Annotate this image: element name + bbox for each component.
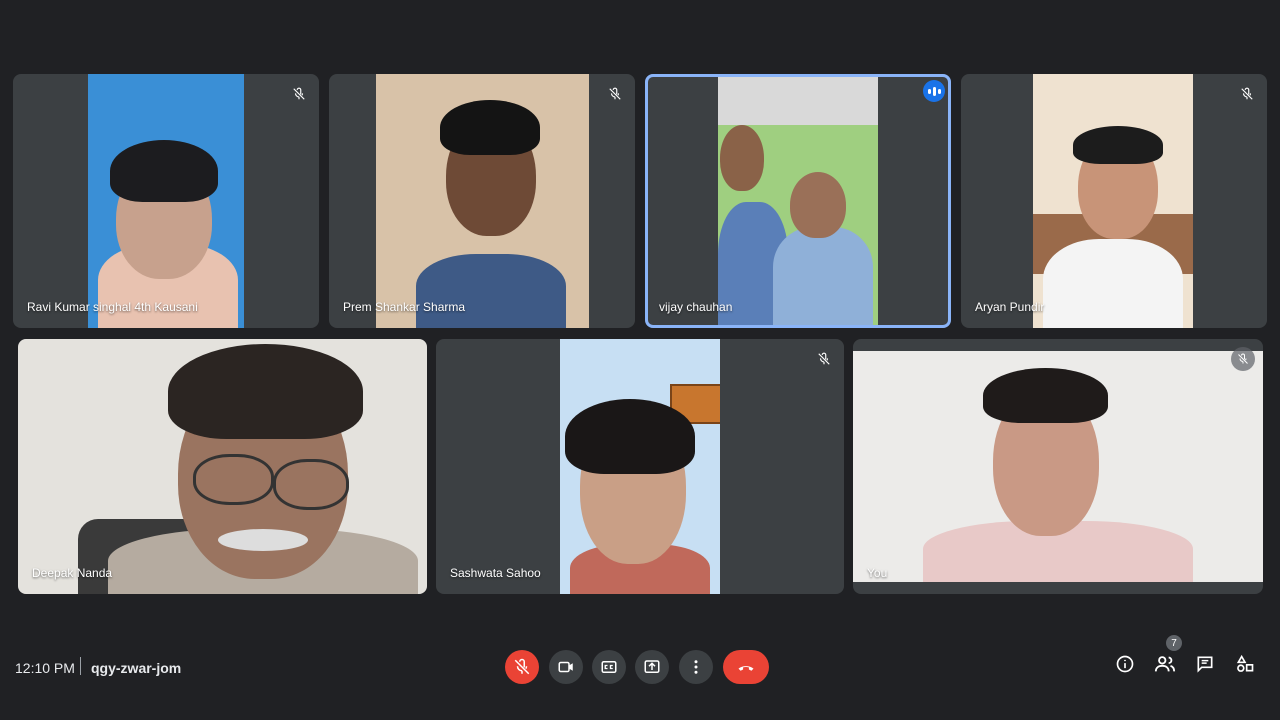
participant-tile-you[interactable]: You <box>853 339 1263 594</box>
mic-off-icon <box>287 82 311 106</box>
mic-off-icon <box>1231 347 1255 371</box>
captions-icon <box>601 661 617 673</box>
chat-icon <box>1197 656 1213 673</box>
participant-name: You <box>867 566 888 580</box>
participant-name: Sashwata Sahoo <box>450 566 541 580</box>
meeting-details-button[interactable] <box>1112 651 1138 677</box>
hang-up-icon <box>738 666 754 671</box>
video-feed <box>18 339 427 594</box>
activities-icon <box>1236 654 1254 672</box>
participant-tile-ravi[interactable]: Ravi Kumar singhal 4th Kausani <box>13 74 319 328</box>
leave-call-button[interactable] <box>723 650 769 684</box>
more-icon <box>694 660 698 674</box>
video-feed <box>1033 74 1193 328</box>
mic-off-icon <box>812 347 836 371</box>
people-icon <box>1154 656 1176 672</box>
bottom-toolbar: 12:10 PM qgy-zwar-jom 7 <box>0 635 1280 720</box>
activities-button[interactable] <box>1232 651 1258 677</box>
mic-off-icon <box>603 82 627 106</box>
participant-tile-vijay[interactable]: vijay chauhan <box>645 74 951 328</box>
info-icon <box>1116 655 1134 673</box>
divider <box>80 657 81 675</box>
mic-off-icon <box>514 658 530 675</box>
people-count-badge: 7 <box>1166 635 1182 651</box>
participant-name: Ravi Kumar singhal 4th Kausani <box>27 300 198 314</box>
video-feed <box>853 351 1263 582</box>
participant-tile-deepak[interactable]: Deepak Nanda <box>18 339 427 594</box>
people-button[interactable] <box>1152 651 1178 677</box>
participant-name: vijay chauhan <box>659 300 733 314</box>
participant-name: Deepak Nanda <box>32 566 113 580</box>
participant-tile-sashwata[interactable]: Sashwata Sahoo <box>436 339 844 594</box>
captions-button[interactable] <box>592 650 626 684</box>
video-feed <box>560 339 720 594</box>
mic-toggle-button[interactable] <box>505 650 539 684</box>
present-now-button[interactable] <box>635 650 669 684</box>
participant-name: Aryan Pundir <box>975 300 1045 314</box>
video-feed <box>88 74 244 328</box>
speaking-indicator-icon <box>923 80 945 102</box>
meeting-code[interactable]: qgy-zwar-jom <box>91 660 181 676</box>
meeting-time: 12:10 PM <box>15 660 75 676</box>
camera-toggle-button[interactable] <box>549 650 583 684</box>
more-options-button[interactable] <box>679 650 713 684</box>
participant-tile-aryan[interactable]: Aryan Pundir <box>961 74 1267 328</box>
participant-name: Prem Shankar Sharma <box>343 300 466 314</box>
video-feed <box>376 74 589 328</box>
present-icon <box>644 660 660 673</box>
video-feed <box>718 77 878 325</box>
camera-icon <box>558 661 573 673</box>
chat-button[interactable] <box>1192 651 1218 677</box>
participant-tile-prem[interactable]: Prem Shankar Sharma <box>329 74 635 328</box>
mic-off-icon <box>1235 82 1259 106</box>
